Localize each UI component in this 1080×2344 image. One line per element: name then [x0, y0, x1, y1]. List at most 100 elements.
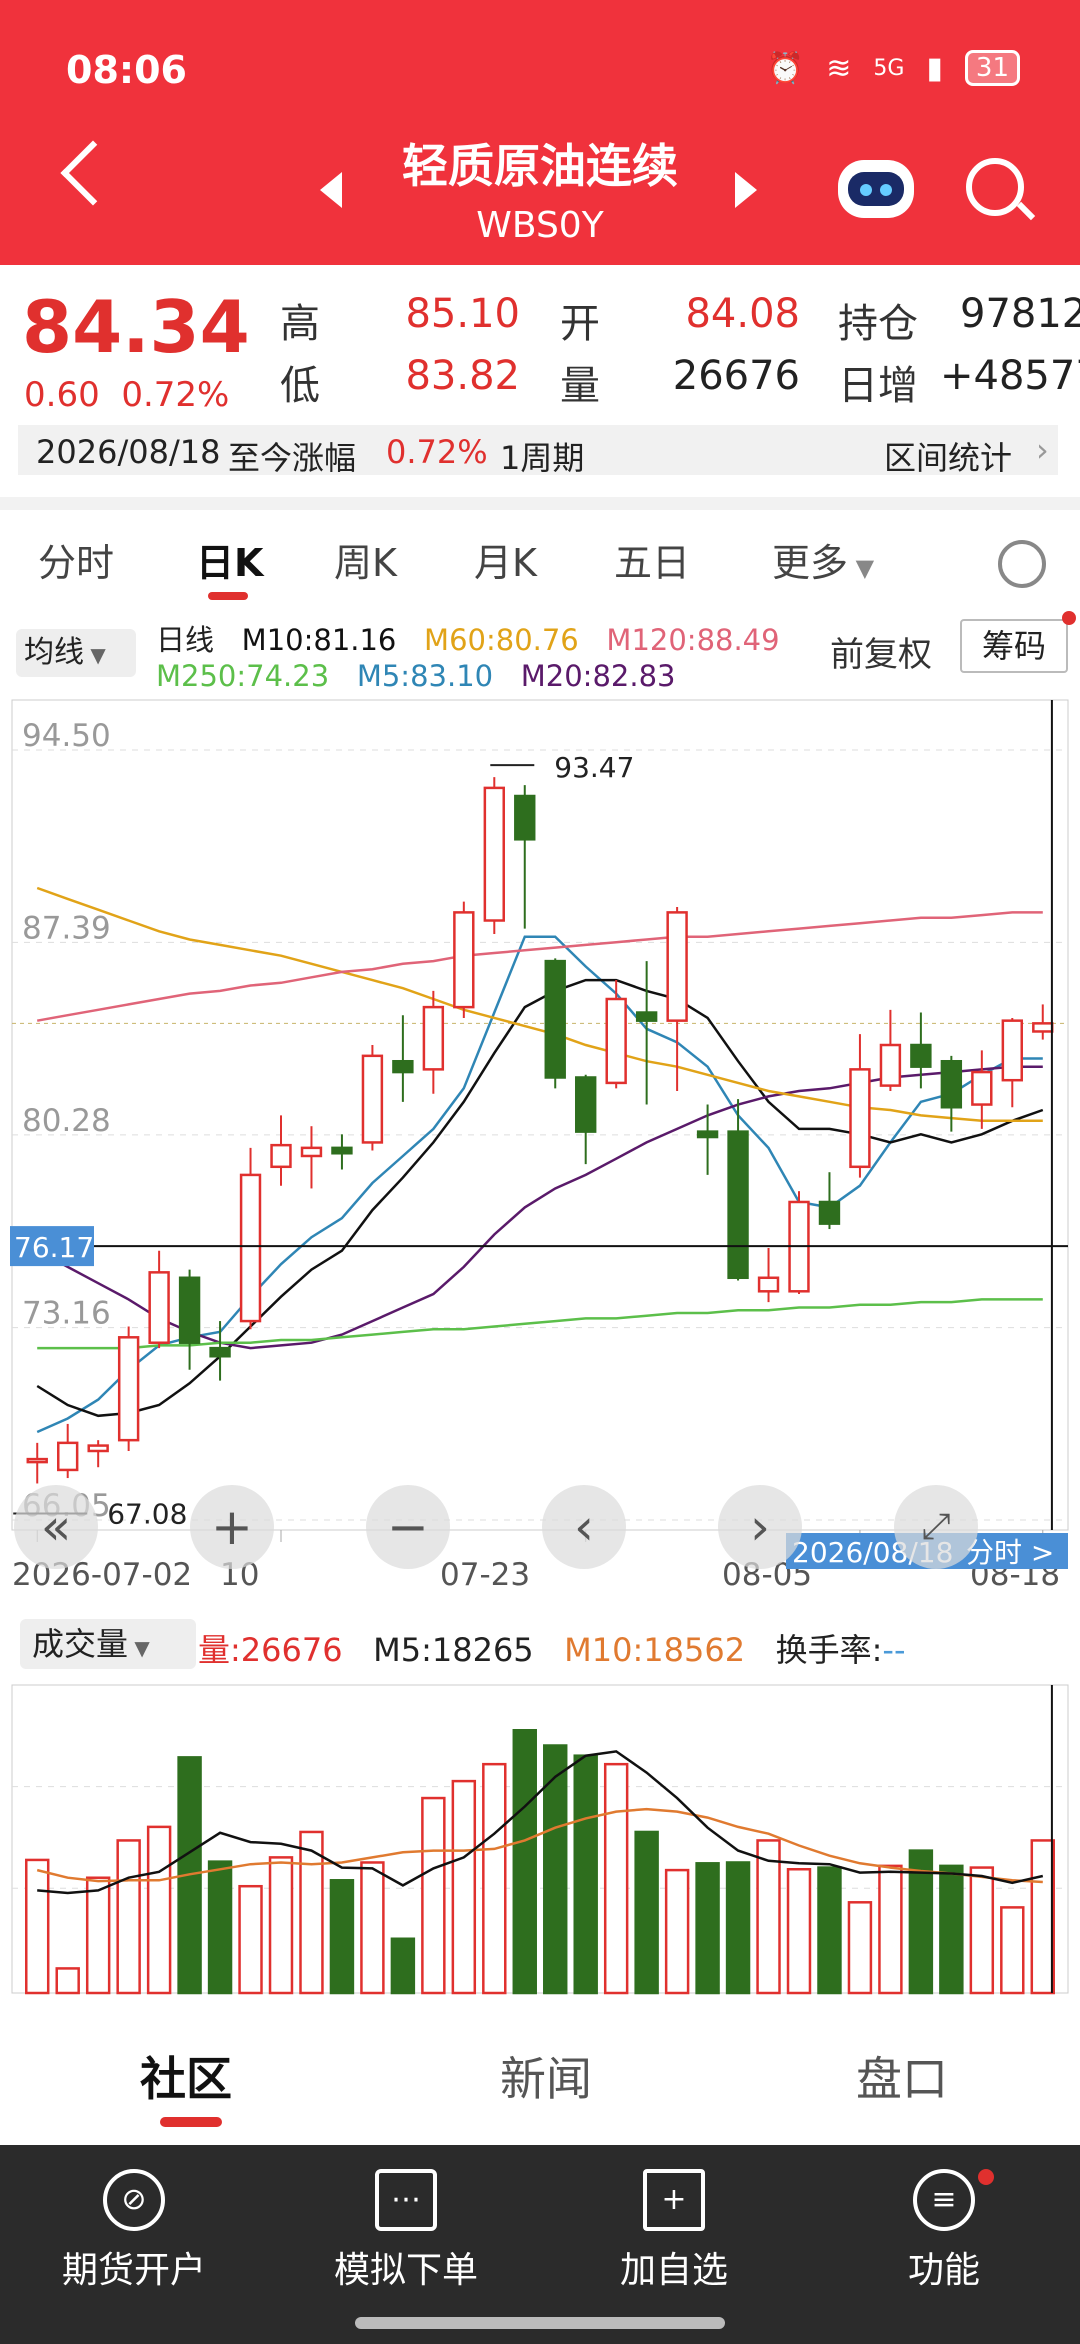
zoom-out-icon[interactable]: − — [366, 1485, 450, 1569]
tab-monthly-k[interactable]: 月K — [474, 532, 537, 587]
tab-orderbook[interactable]: 盘口 — [856, 2043, 948, 2109]
volume-bar — [756, 1839, 781, 1995]
price-change: 0.60 0.72% — [24, 375, 229, 415]
ma-m250: M250:74.23 — [156, 659, 330, 693]
settings-icon[interactable] — [998, 540, 1046, 588]
candle-body — [87, 1444, 109, 1453]
volume-bar — [695, 1862, 720, 1995]
candle-body — [117, 1336, 140, 1442]
turnover-label: 换手率: — [775, 1631, 883, 1669]
candle-body — [239, 1173, 262, 1323]
tab-community[interactable]: 社区 — [140, 2043, 232, 2109]
tab-daily-k[interactable]: 日K — [196, 532, 263, 587]
oi-label: 持仓 — [838, 301, 918, 347]
candle-body — [178, 1276, 201, 1344]
scroll-right-icon[interactable]: › — [718, 1485, 802, 1569]
volume-bar — [55, 1967, 80, 1995]
menu-circle-icon: ≡ — [913, 2169, 975, 2231]
volume-bar — [238, 1884, 263, 1995]
candle-body — [940, 1059, 963, 1109]
adjust-button[interactable]: 前复权 — [830, 627, 932, 676]
candle-body — [544, 959, 566, 1079]
scroll-start-icon[interactable]: « — [14, 1485, 98, 1569]
tab-intraday[interactable]: 分时 — [38, 532, 114, 587]
ma-selector-label: 均线 — [24, 635, 84, 670]
candle-body — [879, 1043, 902, 1087]
candle-body — [331, 1146, 353, 1155]
content-tab-indicator — [160, 2117, 222, 2127]
nav-add-watchlist[interactable]: + 加自选 — [574, 2169, 774, 2293]
candle-body — [910, 1043, 932, 1068]
nav-open-account-label: 期货开户 — [61, 2250, 206, 2291]
volume-selector[interactable]: 成交量 ▼ — [20, 1619, 196, 1669]
last-price: 84.34 — [22, 285, 250, 369]
candle-body — [757, 1276, 780, 1293]
candle-body — [453, 911, 475, 1009]
tab-news[interactable]: 新闻 — [500, 2043, 592, 2109]
next-contract-icon[interactable] — [735, 172, 757, 208]
zoom-in-icon[interactable]: + — [190, 1485, 274, 1569]
period-tabs: 分时 日K 周K 月K 五日 更多 ▼ — [0, 510, 1080, 606]
volume-bar — [482, 1762, 507, 1995]
nav-functions[interactable]: ≡ 功能 — [844, 2169, 1044, 2293]
scroll-left-icon[interactable]: ‹ — [542, 1485, 626, 1569]
candle-body — [422, 1005, 445, 1071]
range-stats-button[interactable]: 区间统计 — [884, 433, 1012, 479]
candle-body — [696, 1130, 719, 1139]
candle-body — [1032, 1022, 1054, 1033]
chips-button[interactable]: 筹码 — [960, 619, 1068, 673]
ma-selector[interactable]: 均线 ▼ — [16, 629, 136, 677]
ma-line-m5 — [36, 935, 1043, 1434]
volume-bar — [817, 1866, 842, 1995]
volume-bar — [634, 1830, 659, 1995]
contract-code: WBS0Y — [476, 205, 604, 246]
document-icon: ⋯ — [375, 2169, 437, 2231]
notification-dot — [1062, 611, 1076, 625]
candle-body — [575, 1076, 597, 1133]
range-stat-bar[interactable]: 2026/08/18 至今涨幅 0.72% 1周期 区间统计 › — [18, 425, 1058, 477]
candle-body — [209, 1346, 231, 1358]
ma-daily-label: 日线 — [156, 623, 215, 657]
open-label: 开 — [560, 301, 600, 347]
high-label: 高 — [280, 301, 320, 347]
tab-weekly-k[interactable]: 周K — [334, 532, 397, 587]
volume-bar — [603, 1762, 629, 1995]
vol-m5: M5:18265 — [373, 1631, 534, 1669]
range-period: 1周期 — [500, 439, 585, 477]
caret-down-icon: ▼ — [84, 643, 106, 667]
volume-value: 26676 — [672, 353, 800, 399]
kline-chart[interactable]: 94.5087.3980.2873.1666.0593.4767.0876.17… — [0, 605, 1080, 2005]
volume-bar — [116, 1839, 141, 1995]
range-pct: 0.72% — [386, 433, 488, 471]
open-value: 84.08 — [685, 291, 800, 337]
nav-open-account[interactable]: ⊘ 期货开户 — [34, 2169, 234, 2293]
robot-assistant-icon[interactable] — [838, 160, 914, 218]
ma-m5: M5:83.10 — [356, 659, 494, 693]
y-tick-label: 87.39 — [22, 910, 111, 946]
volume-bar — [664, 1868, 690, 1995]
search-icon[interactable] — [966, 158, 1024, 216]
volume-bar — [1030, 1839, 1055, 1995]
volume-label: 量 — [560, 363, 600, 409]
tab-more[interactable]: 更多 ▼ — [772, 532, 874, 587]
volume-bar — [25, 1858, 50, 1995]
volume-bar — [390, 1937, 416, 1995]
vol-current: 量:26676 — [198, 1631, 343, 1669]
volume-bar — [1000, 1906, 1025, 1995]
tab-more-label: 更多 — [772, 541, 849, 585]
caret-down-icon: ▼ — [128, 1636, 150, 1660]
status-time: 08:06 — [66, 48, 187, 92]
change-pct: 0.72% — [121, 375, 230, 415]
min-price-label: 67.08 — [107, 1497, 187, 1530]
tab-five-day[interactable]: 五日 — [614, 532, 690, 587]
battery-icon: 31 — [964, 50, 1020, 86]
ma-m120: M120:88.49 — [606, 623, 780, 657]
nav-sim-order[interactable]: ⋯ 模拟下单 — [306, 2169, 506, 2293]
candle-body — [26, 1457, 48, 1464]
fullscreen-icon[interactable]: ⤢ — [894, 1485, 978, 1569]
volume-bar — [878, 1864, 903, 1995]
status-icons: ⏰ ≋ 5G ▮ 31 — [767, 50, 1020, 86]
chevron-right-icon: › — [1036, 431, 1049, 469]
volume-bar — [512, 1729, 537, 1995]
y-tick-label: 73.16 — [22, 1296, 111, 1332]
